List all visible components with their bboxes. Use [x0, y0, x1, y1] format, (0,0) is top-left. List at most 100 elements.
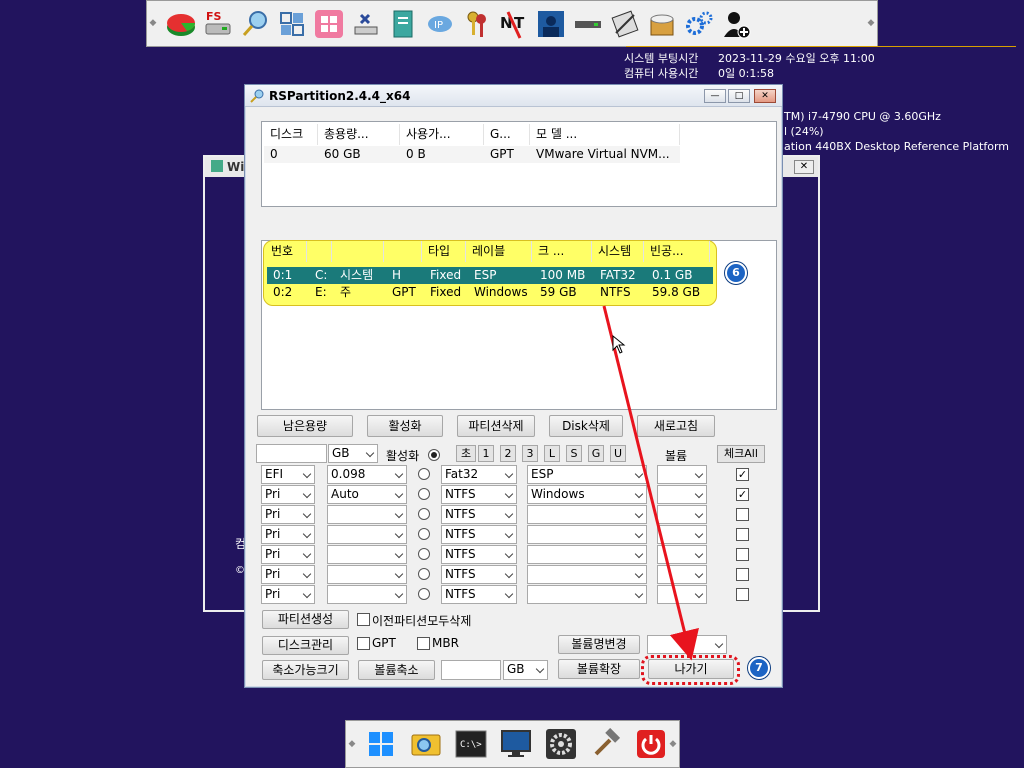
- col-total-size[interactable]: 총용량...: [318, 124, 400, 145]
- drive-bar-icon[interactable]: [570, 5, 605, 43]
- partition-active-radio[interactable]: [418, 568, 430, 580]
- window-titlebar[interactable]: RSPartition2.4.4_x64 — □ ✕: [245, 85, 782, 107]
- col-type[interactable]: 타입: [422, 241, 466, 262]
- disk-list[interactable]: 디스크 총용량... 사용가... G... 모 델 ... 0 60 GB 0…: [261, 121, 777, 207]
- partition-volume-select[interactable]: [657, 545, 707, 564]
- settings-gear-icon[interactable]: [544, 727, 577, 760]
- partition-type-select[interactable]: Pri: [261, 545, 315, 564]
- partition-type-select[interactable]: Pri: [261, 585, 315, 604]
- user-portrait-icon[interactable]: [533, 5, 568, 43]
- table-row[interactable]: 0:2 E: 주 GPT Fixed Windows 59 GB NTFS 59…: [267, 284, 713, 301]
- remaining-space-button[interactable]: 남은용량: [257, 415, 353, 437]
- partition-volume-select[interactable]: [657, 565, 707, 584]
- partition-fs-select[interactable]: NTFS: [441, 505, 517, 524]
- partition-checkbox[interactable]: [736, 528, 749, 541]
- partition-active-radio[interactable]: [418, 508, 430, 520]
- partition-label-select[interactable]: [527, 545, 647, 564]
- activate-button[interactable]: 활성화: [367, 415, 443, 437]
- gears-icon[interactable]: [681, 5, 716, 43]
- partition-label-select[interactable]: [527, 525, 647, 544]
- partition-checkbox[interactable]: ✓: [736, 468, 749, 481]
- col-disk[interactable]: 디스크: [264, 124, 318, 145]
- partition-type-select[interactable]: EFI: [261, 465, 315, 484]
- partition-active-radio[interactable]: [418, 528, 430, 540]
- create-partition-button[interactable]: 파티션생성: [262, 610, 349, 629]
- partition-pie-icon[interactable]: [163, 5, 198, 43]
- command-prompt-icon[interactable]: C:\>: [454, 727, 487, 760]
- partition-size-select[interactable]: [327, 565, 407, 584]
- monitor-icon[interactable]: [499, 727, 532, 760]
- windows-start-icon[interactable]: [364, 727, 397, 760]
- partition-label-select[interactable]: ESP: [527, 465, 647, 484]
- add-user-icon[interactable]: [718, 5, 753, 43]
- partition-type-select[interactable]: Pri: [261, 485, 315, 504]
- mbr-checkbox[interactable]: [417, 637, 430, 650]
- grip-right-icon[interactable]: ◆: [867, 18, 875, 30]
- shrink-size-input[interactable]: [441, 660, 501, 680]
- maximize-button[interactable]: □: [728, 89, 750, 103]
- disk-manage-button[interactable]: 디스크관리: [262, 636, 349, 655]
- close-button[interactable]: ✕: [754, 89, 776, 103]
- partition-label-select[interactable]: [527, 585, 647, 604]
- delete-disk-button[interactable]: Disk삭제: [549, 415, 623, 437]
- minimize-button[interactable]: —: [704, 89, 726, 103]
- table-row[interactable]: 0 60 GB 0 B GPT VMware Virtual NVM...: [264, 146, 680, 163]
- partition-active-radio[interactable]: [418, 548, 430, 560]
- background-window-close-button[interactable]: ✕: [794, 160, 814, 174]
- unit-button-sec[interactable]: 초: [456, 445, 476, 462]
- network-drive-icon[interactable]: [348, 5, 383, 43]
- col-model[interactable]: 모 델 ...: [530, 124, 680, 145]
- partition-fs-select[interactable]: NTFS: [441, 585, 517, 604]
- windows-logo-icon[interactable]: [311, 5, 346, 43]
- col-gpt[interactable]: G...: [484, 124, 530, 145]
- partition-type-select[interactable]: Pri: [261, 505, 315, 524]
- unit-button-g[interactable]: G: [588, 445, 604, 462]
- size-unit-select[interactable]: GB: [328, 444, 378, 463]
- partition-active-radio[interactable]: [418, 488, 430, 500]
- partition-label-select[interactable]: [527, 505, 647, 524]
- folder-search-icon[interactable]: [409, 727, 442, 760]
- shrink-volume-button[interactable]: 볼륨축소: [358, 660, 435, 680]
- partition-size-select[interactable]: 0.098: [327, 465, 407, 484]
- delete-all-checkbox[interactable]: [357, 613, 370, 626]
- fs-drive-icon[interactable]: FS: [200, 5, 235, 43]
- partition-fs-select[interactable]: Fat32: [441, 465, 517, 484]
- wifi-icon[interactable]: IP: [422, 5, 457, 43]
- hammer-tools-icon[interactable]: [589, 727, 622, 760]
- col-filesystem[interactable]: 시스템: [592, 241, 644, 262]
- partition-checkbox[interactable]: [736, 568, 749, 581]
- unit-button-3[interactable]: 3: [522, 445, 538, 462]
- refresh-button[interactable]: 새로고침: [637, 415, 715, 437]
- active-radio[interactable]: [428, 449, 440, 461]
- power-icon[interactable]: [634, 727, 667, 760]
- partition-size-select[interactable]: [327, 505, 407, 524]
- col-kind[interactable]: [332, 241, 384, 262]
- size-input[interactable]: [256, 444, 327, 463]
- delete-partition-button[interactable]: 파티션삭제: [457, 415, 535, 437]
- shrinkable-size-button[interactable]: 축소가능크기: [262, 660, 349, 680]
- col-flag[interactable]: [384, 241, 422, 262]
- partition-type-select[interactable]: Pri: [261, 525, 315, 544]
- partition-fs-select[interactable]: NTFS: [441, 565, 517, 584]
- grip-right-icon[interactable]: ◆: [669, 739, 677, 749]
- document-icon[interactable]: [385, 5, 420, 43]
- partition-checkbox[interactable]: ✓: [736, 488, 749, 501]
- partition-volume-select[interactable]: [657, 585, 707, 604]
- rename-volume-button[interactable]: 볼륨명변경: [558, 635, 640, 654]
- col-drive[interactable]: [307, 241, 332, 262]
- check-all-button[interactable]: 체크All: [717, 445, 765, 463]
- col-size[interactable]: 크 ...: [532, 241, 592, 262]
- gpt-checkbox[interactable]: [357, 637, 370, 650]
- partition-active-radio[interactable]: [418, 588, 430, 600]
- search-wizard-icon[interactable]: [237, 5, 272, 43]
- floppy-tools-icon[interactable]: [607, 5, 642, 43]
- unit-button-l[interactable]: L: [544, 445, 560, 462]
- unit-button-1[interactable]: 1: [478, 445, 494, 462]
- partition-label-select[interactable]: [527, 565, 647, 584]
- keys-icon[interactable]: [459, 5, 494, 43]
- partition-checkbox[interactable]: [736, 508, 749, 521]
- col-number[interactable]: 번호: [265, 241, 307, 262]
- grip-left-icon[interactable]: ◆: [149, 18, 157, 30]
- partition-checkbox[interactable]: [736, 548, 749, 561]
- partition-size-select[interactable]: [327, 545, 407, 564]
